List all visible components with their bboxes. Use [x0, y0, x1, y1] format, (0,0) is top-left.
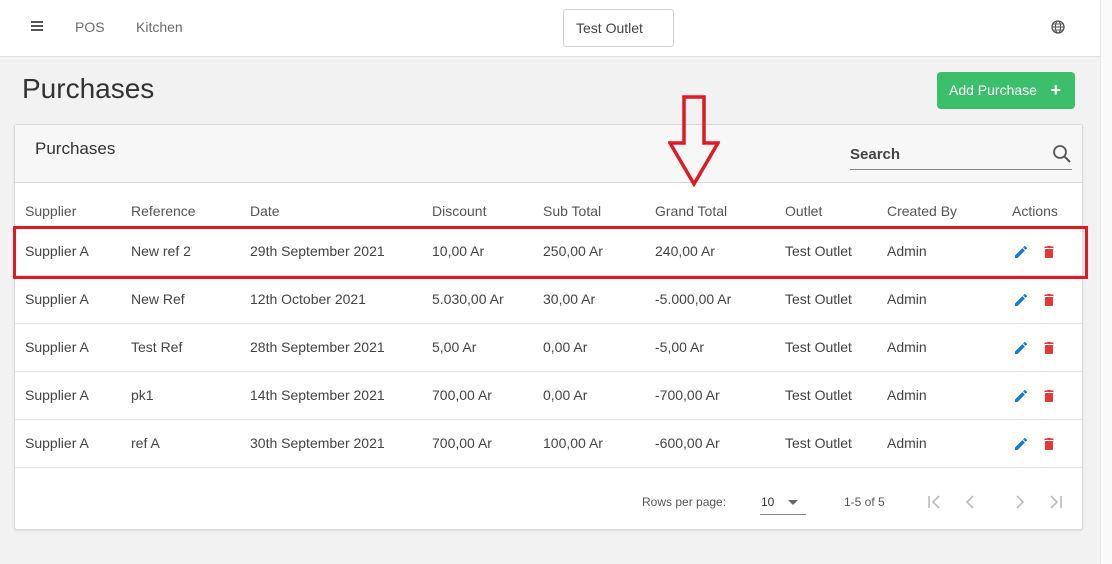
top-bar: POS Kitchen Test Outlet: [0, 0, 1100, 57]
cell-reference: ref A: [131, 419, 250, 468]
delete-icon[interactable]: [1041, 292, 1057, 308]
cell-outlet: Test Outlet: [785, 323, 887, 372]
cell-created-by: Admin: [887, 371, 1012, 420]
page-title: Purchases: [22, 73, 155, 104]
table-row[interactable]: Supplier A Test Ref 28th September 2021 …: [15, 323, 1082, 372]
cell-reference: pk1: [131, 371, 250, 420]
delete-icon[interactable]: [1041, 388, 1057, 404]
nav-link-pos[interactable]: POS: [75, 19, 105, 35]
search-field[interactable]: [850, 142, 1072, 170]
cell-supplier: Supplier A: [15, 275, 131, 324]
purchases-card: Purchases Supplier Reference Date Discou…: [14, 124, 1083, 530]
last-page-icon[interactable]: [1046, 492, 1066, 512]
table-row[interactable]: Supplier A pk1 14th September 2021 700,0…: [15, 371, 1082, 420]
edit-icon[interactable]: [1013, 388, 1029, 404]
column-header-actions: Actions: [1012, 183, 1082, 228]
cell-date: 29th September 2021: [250, 227, 432, 276]
cell-actions: [1012, 371, 1082, 420]
table-row[interactable]: Supplier A ref A 30th September 2021 700…: [15, 419, 1082, 468]
cell-supplier: Supplier A: [15, 227, 131, 276]
cell-created-by: Admin: [887, 227, 1012, 276]
column-header-grand-total[interactable]: Grand Total: [655, 183, 785, 228]
edit-icon[interactable]: [1013, 340, 1029, 356]
column-header-reference[interactable]: Reference: [131, 183, 250, 228]
cell-reference: New ref 2: [131, 227, 250, 276]
prev-page-icon[interactable]: [960, 492, 980, 512]
delete-icon[interactable]: [1041, 340, 1057, 356]
table-row[interactable]: Supplier A New ref 2 29th September 2021…: [15, 227, 1082, 276]
cell-date: 28th September 2021: [250, 323, 432, 372]
cell-sub-total: 0,00 Ar: [543, 323, 655, 372]
cell-date: 14th September 2021: [250, 371, 432, 420]
cell-supplier: Supplier A: [15, 323, 131, 372]
outlet-selector[interactable]: Test Outlet: [563, 9, 674, 47]
column-header-date[interactable]: Date: [250, 183, 432, 228]
menu-icon[interactable]: [29, 19, 45, 35]
column-header-outlet[interactable]: Outlet: [785, 183, 887, 228]
cell-actions: [1012, 227, 1082, 276]
search-icon[interactable]: [1052, 144, 1072, 164]
cell-actions: [1012, 275, 1082, 324]
cell-created-by: Admin: [887, 323, 1012, 372]
cell-actions: [1012, 419, 1082, 468]
cell-grand-total: -5,00 Ar: [655, 323, 785, 372]
column-header-supplier[interactable]: Supplier: [15, 183, 131, 228]
edit-icon[interactable]: [1013, 244, 1029, 260]
next-page-icon[interactable]: [1010, 492, 1030, 512]
cell-grand-total: -700,00 Ar: [655, 371, 785, 420]
column-header-discount[interactable]: Discount: [432, 183, 543, 228]
caret-down-icon: [788, 500, 798, 505]
cell-discount: 700,00 Ar: [432, 371, 543, 420]
edit-icon[interactable]: [1013, 292, 1029, 308]
delete-icon[interactable]: [1041, 244, 1057, 260]
rows-per-page-select[interactable]: 10: [760, 489, 806, 515]
cell-sub-total: 30,00 Ar: [543, 275, 655, 324]
rows-per-page-label: Rows per page:: [642, 495, 727, 509]
cell-created-by: Admin: [887, 419, 1012, 468]
cell-date: 30th September 2021: [250, 419, 432, 468]
cell-outlet: Test Outlet: [785, 419, 887, 468]
edit-icon[interactable]: [1013, 436, 1029, 452]
table-row[interactable]: Supplier A New Ref 12th October 2021 5.0…: [15, 275, 1082, 324]
cell-discount: 5.030,00 Ar: [432, 275, 543, 324]
add-purchase-button[interactable]: Add Purchase +: [937, 72, 1075, 109]
cell-actions: [1012, 323, 1082, 372]
cell-discount: 700,00 Ar: [432, 419, 543, 468]
first-page-icon[interactable]: [924, 492, 944, 512]
plus-icon: +: [1050, 80, 1061, 100]
cell-sub-total: 0,00 Ar: [543, 371, 655, 420]
rows-per-page-value: 10: [761, 495, 775, 509]
cell-grand-total: -5.000,00 Ar: [655, 275, 785, 324]
cell-discount: 5,00 Ar: [432, 323, 543, 372]
cell-outlet: Test Outlet: [785, 275, 887, 324]
cell-supplier: Supplier A: [15, 419, 131, 468]
column-header-created-by[interactable]: Created By: [887, 183, 1012, 228]
cell-discount: 10,00 Ar: [432, 227, 543, 276]
cell-created-by: Admin: [887, 275, 1012, 324]
cell-sub-total: 100,00 Ar: [543, 419, 655, 468]
globe-icon[interactable]: [1051, 20, 1065, 34]
delete-icon[interactable]: [1041, 436, 1057, 452]
search-input[interactable]: [850, 142, 1040, 164]
cell-date: 12th October 2021: [250, 275, 432, 324]
card-title: Purchases: [35, 139, 116, 158]
cell-outlet: Test Outlet: [785, 371, 887, 420]
cell-reference: New Ref: [131, 275, 250, 324]
table-header-row: Supplier Reference Date Discount Sub Tot…: [15, 183, 1082, 228]
table-pagination: Rows per page: 10 1-5 of 5: [15, 485, 1082, 525]
cell-grand-total: -600,00 Ar: [655, 419, 785, 468]
add-purchase-label: Add Purchase: [949, 82, 1037, 98]
card-header: Purchases: [15, 125, 1082, 183]
scrollbar-track[interactable]: [1100, 0, 1112, 564]
column-header-sub-total[interactable]: Sub Total: [543, 183, 655, 228]
cell-outlet: Test Outlet: [785, 227, 887, 276]
purchases-table: Supplier Reference Date Discount Sub Tot…: [15, 183, 1082, 468]
cell-reference: Test Ref: [131, 323, 250, 372]
nav-link-kitchen[interactable]: Kitchen: [136, 19, 183, 35]
cell-sub-total: 250,00 Ar: [543, 227, 655, 276]
page-range-info: 1-5 of 5: [844, 495, 885, 509]
cell-grand-total: 240,00 Ar: [655, 227, 785, 276]
cell-supplier: Supplier A: [15, 371, 131, 420]
